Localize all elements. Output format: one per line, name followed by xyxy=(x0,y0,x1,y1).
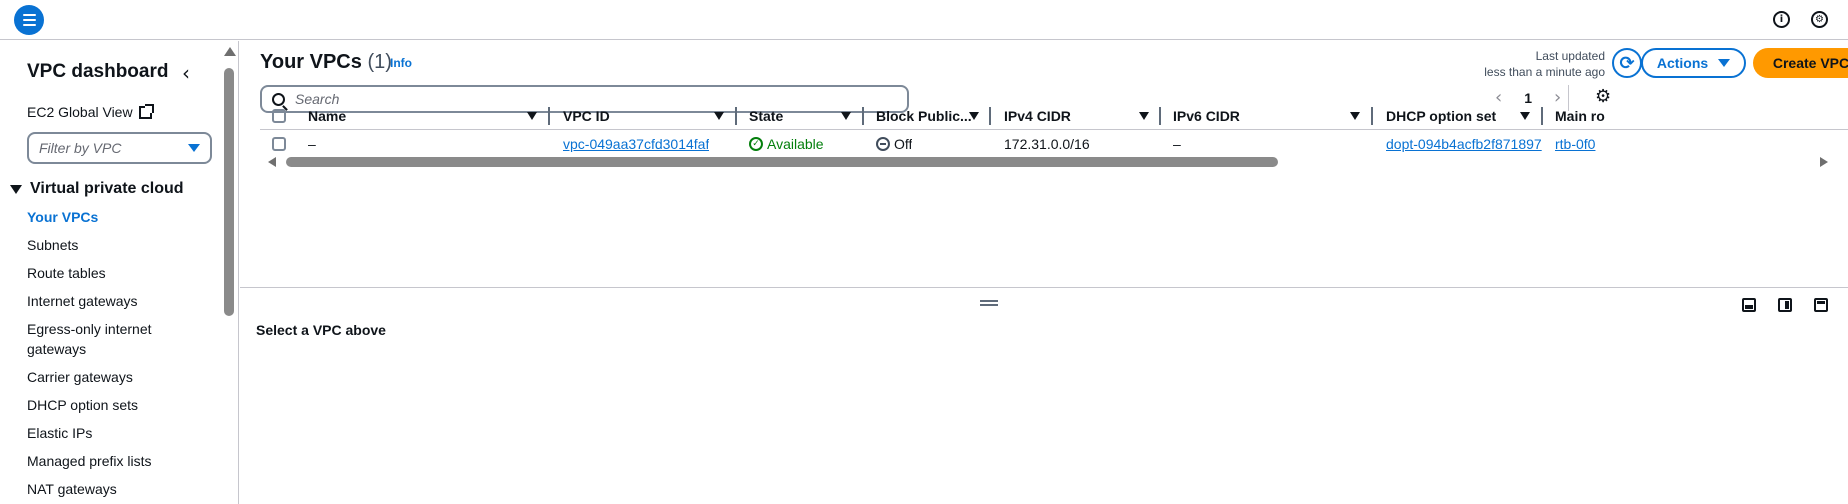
sidebar-item-dhcp-option-sets[interactable]: DHCP option sets xyxy=(27,395,187,415)
scroll-left-arrow-icon[interactable] xyxy=(268,157,276,167)
side-navigation: VPC dashboard ‹ EC2 Global View Filter b… xyxy=(0,41,239,504)
sidebar-item-managed-prefix-lists[interactable]: Managed prefix lists xyxy=(27,451,187,471)
cell-state: ✓ Available xyxy=(749,130,824,158)
vpc-id-link[interactable]: vpc-049aa37cfd3014faf xyxy=(563,130,709,158)
table-horizontal-scrollbar[interactable] xyxy=(260,155,1828,169)
vpc-count: (1) xyxy=(367,51,392,73)
split-panel-message: Select a VPC above xyxy=(256,322,386,338)
collapse-sidebar-icon[interactable]: ‹ xyxy=(182,61,190,85)
table-header-row: Name VPC ID State Block Public... IPv4 C… xyxy=(260,102,1848,130)
split-panel: Select a VPC above xyxy=(240,287,1848,504)
sort-icon[interactable] xyxy=(527,112,537,120)
caret-down-icon xyxy=(1718,59,1731,67)
panel-full-icon[interactable] xyxy=(1814,298,1828,312)
state-text: Available xyxy=(767,136,824,152)
cell-ipv4-cidr: 172.31.0.0/16 xyxy=(1004,136,1090,152)
minus-circle-icon xyxy=(876,137,890,151)
top-navigation: i ⚙ xyxy=(0,0,1848,40)
horizontal-scroll-thumb[interactable] xyxy=(286,157,1278,167)
actions-button[interactable]: Actions xyxy=(1641,48,1746,78)
sidebar-nav-list: Your VPCs Subnets Route tables Internet … xyxy=(27,207,187,504)
caret-down-icon xyxy=(188,144,200,152)
column-resizer[interactable] xyxy=(989,107,991,125)
column-header-name[interactable]: Name xyxy=(308,102,346,130)
column-resizer[interactable] xyxy=(1159,107,1161,125)
column-header-main-route-table[interactable]: Main ro xyxy=(1555,102,1608,130)
column-resizer[interactable] xyxy=(862,107,864,125)
create-vpc-button[interactable]: Create VPC xyxy=(1753,48,1848,78)
block-public-text: Off xyxy=(894,136,913,152)
sidebar-item-nat-gateways[interactable]: NAT gateways xyxy=(27,479,187,499)
actions-label: Actions xyxy=(1656,55,1709,71)
row-checkbox[interactable] xyxy=(272,137,286,151)
column-header-ipv4-cidr[interactable]: IPv4 CIDR xyxy=(1004,102,1071,130)
sidebar-scrollbar[interactable] xyxy=(222,41,236,504)
info-link[interactable]: Info xyxy=(390,56,412,70)
check-circle-icon: ✓ xyxy=(749,137,763,151)
resize-handle-icon[interactable] xyxy=(980,300,998,306)
last-updated-value: less than a minute ago xyxy=(1484,65,1605,79)
column-header-block-public[interactable]: Block Public... xyxy=(876,102,971,130)
hamburger-menu-icon[interactable] xyxy=(14,5,44,35)
info-icon[interactable]: i xyxy=(1773,11,1790,28)
cell-block-public: Off xyxy=(876,130,912,158)
sort-icon[interactable] xyxy=(969,112,979,120)
sidebar-item-subnets[interactable]: Subnets xyxy=(27,235,187,255)
dhcp-option-set-link[interactable]: dopt-094b4acfb2f871897 xyxy=(1386,130,1542,158)
expand-triangle-icon xyxy=(10,184,22,194)
sidebar-item-elastic-ips[interactable]: Elastic IPs xyxy=(27,423,187,443)
cell-name: – xyxy=(308,136,316,152)
support-settings-icon[interactable]: ⚙ xyxy=(1811,11,1828,28)
sidebar-item-egress-only-internet-gateways[interactable]: Egress-only internet gateways xyxy=(27,319,187,359)
sort-icon[interactable] xyxy=(714,112,724,120)
sidebar-item-internet-gateways[interactable]: Internet gateways xyxy=(27,291,187,311)
page-title-text: Your VPCs xyxy=(260,51,362,73)
last-updated: Last updated less than a minute ago xyxy=(1425,48,1605,80)
sort-icon[interactable] xyxy=(1350,112,1360,120)
column-resizer[interactable] xyxy=(548,107,550,125)
scroll-right-arrow-icon[interactable] xyxy=(1820,157,1828,167)
panel-side-icon[interactable] xyxy=(1778,298,1792,312)
filter-by-vpc-select[interactable]: Filter by VPC xyxy=(27,132,212,164)
column-resizer[interactable] xyxy=(735,107,737,125)
sidebar-scroll-thumb[interactable] xyxy=(224,68,234,316)
sort-icon[interactable] xyxy=(841,112,851,120)
external-link-icon xyxy=(138,103,154,119)
ec2-global-view-label: EC2 Global View xyxy=(27,104,133,120)
sidebar-title[interactable]: VPC dashboard xyxy=(27,61,168,83)
column-resizer[interactable] xyxy=(1371,107,1373,125)
sidebar-item-carrier-gateways[interactable]: Carrier gateways xyxy=(27,367,187,387)
refresh-button[interactable]: ⟳ xyxy=(1612,48,1642,78)
filter-by-vpc-placeholder: Filter by VPC xyxy=(39,140,122,156)
panel-bottom-icon[interactable] xyxy=(1742,298,1756,312)
main-content: Your VPCs (1) Info Last updated less tha… xyxy=(240,41,1848,504)
column-header-vpc-id[interactable]: VPC ID xyxy=(563,102,610,130)
column-header-dhcp-option-set[interactable]: DHCP option set xyxy=(1386,102,1496,130)
sort-icon[interactable] xyxy=(1139,112,1149,120)
page-title: Your VPCs (1) xyxy=(260,51,392,74)
main-route-table-link[interactable]: rtb-0f0 xyxy=(1555,130,1608,158)
cell-ipv6-cidr: – xyxy=(1173,136,1181,152)
ec2-global-view-link[interactable]: EC2 Global View xyxy=(27,103,154,120)
scroll-up-arrow-icon[interactable] xyxy=(224,47,236,56)
refresh-icon: ⟳ xyxy=(1619,52,1635,74)
select-all-checkbox[interactable] xyxy=(272,109,286,123)
sidebar-item-route-tables[interactable]: Route tables xyxy=(27,263,187,283)
last-updated-label: Last updated xyxy=(1535,49,1605,63)
column-header-ipv6-cidr[interactable]: IPv6 CIDR xyxy=(1173,102,1240,130)
section-label: Virtual private cloud xyxy=(30,180,184,197)
sort-icon[interactable] xyxy=(1520,112,1530,120)
sidebar-item-your-vpcs[interactable]: Your VPCs xyxy=(27,207,187,227)
table-row[interactable]: – vpc-049aa37cfd3014faf ✓ Available Off … xyxy=(260,130,1848,158)
column-header-state[interactable]: State xyxy=(749,102,783,130)
column-resizer[interactable] xyxy=(1541,107,1543,125)
virtual-private-cloud-section[interactable]: Virtual private cloud xyxy=(10,180,184,198)
